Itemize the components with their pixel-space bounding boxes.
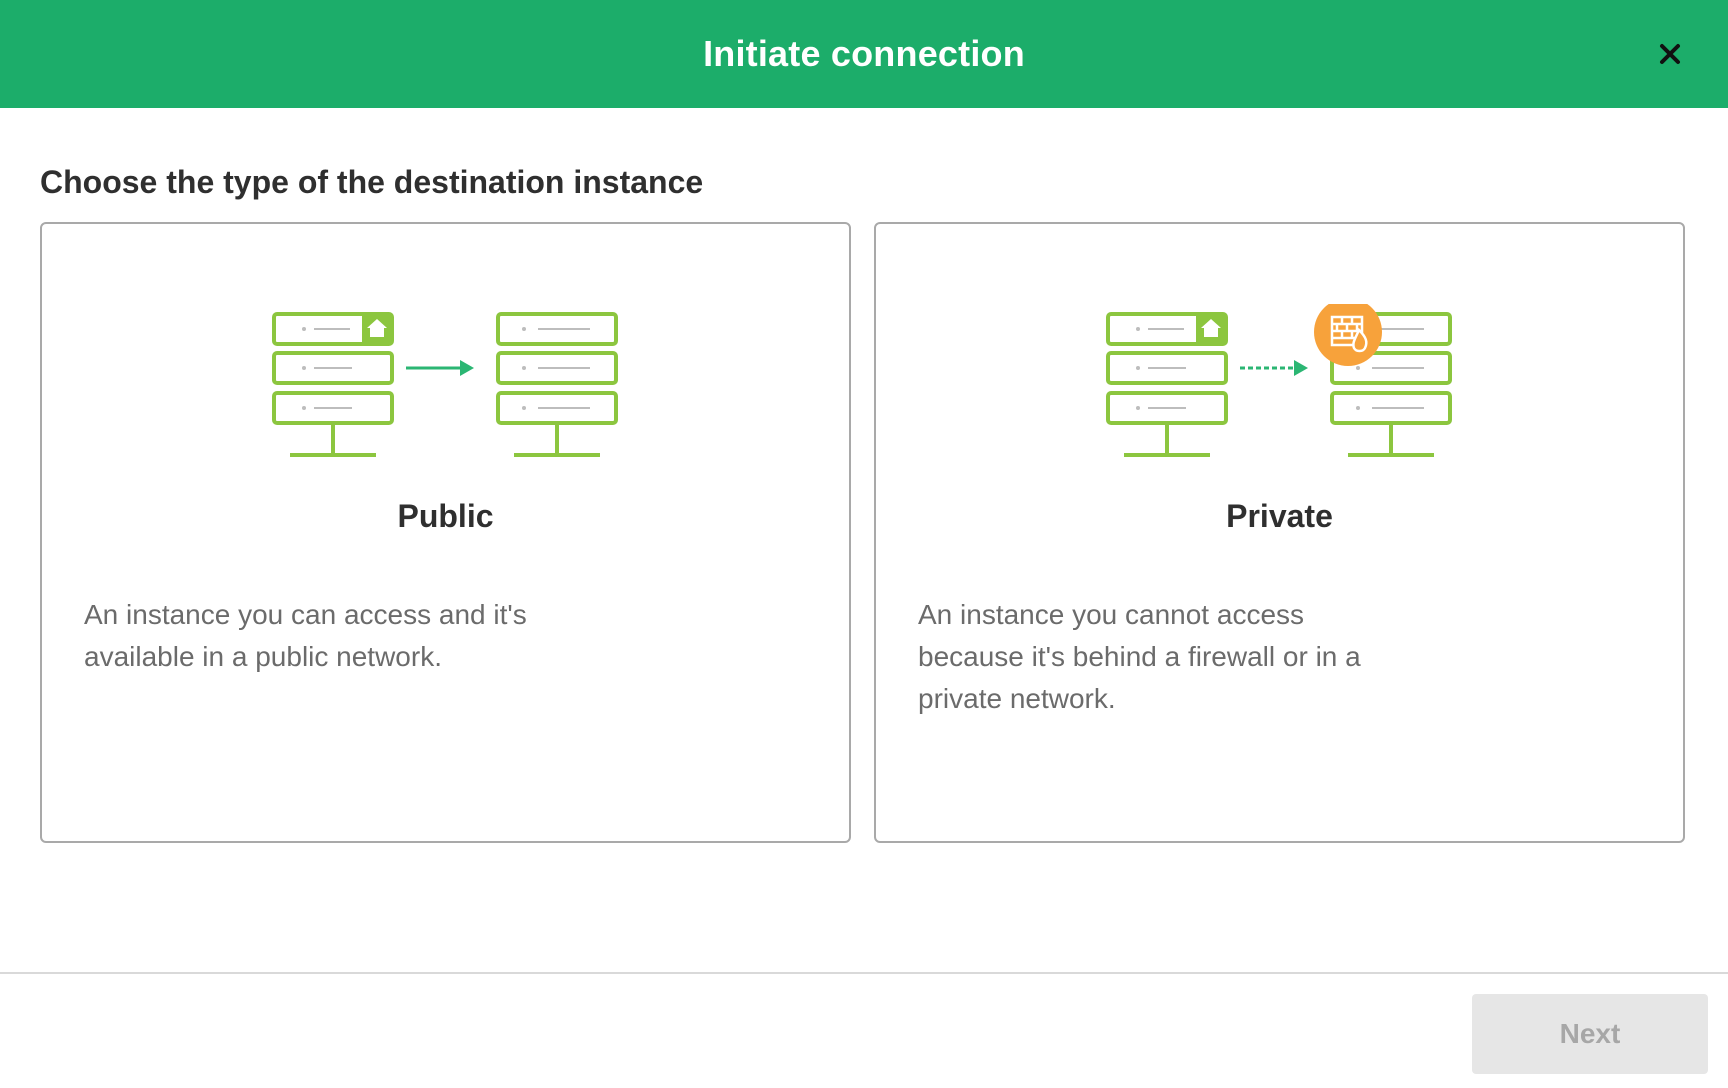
dialog-title: Initiate connection (703, 33, 1025, 74)
option-title: Private (1226, 498, 1333, 534)
option-title: Public (397, 498, 494, 534)
option-card-public[interactable]: Public An instance you can access and it… (40, 222, 851, 843)
option-description: An instance you cannot access because it… (918, 599, 1361, 714)
close-button[interactable] (1650, 34, 1690, 74)
initiate-connection-dialog: Initiate connection Choose the type of t… (0, 0, 1728, 1088)
footer-divider (0, 972, 1728, 974)
server-to-server-direct-icon (272, 312, 618, 457)
option-card-private[interactable]: Private An instance you cannot access be… (874, 222, 1685, 843)
option-description: An instance you can access and it's avai… (84, 599, 527, 672)
next-button[interactable]: Next (1472, 994, 1708, 1074)
close-icon (1660, 44, 1680, 64)
page-subtitle: Choose the type of the destination insta… (40, 164, 704, 200)
server-to-firewall-server-icon (1106, 304, 1452, 457)
dialog-header: Initiate connection (0, 0, 1728, 108)
